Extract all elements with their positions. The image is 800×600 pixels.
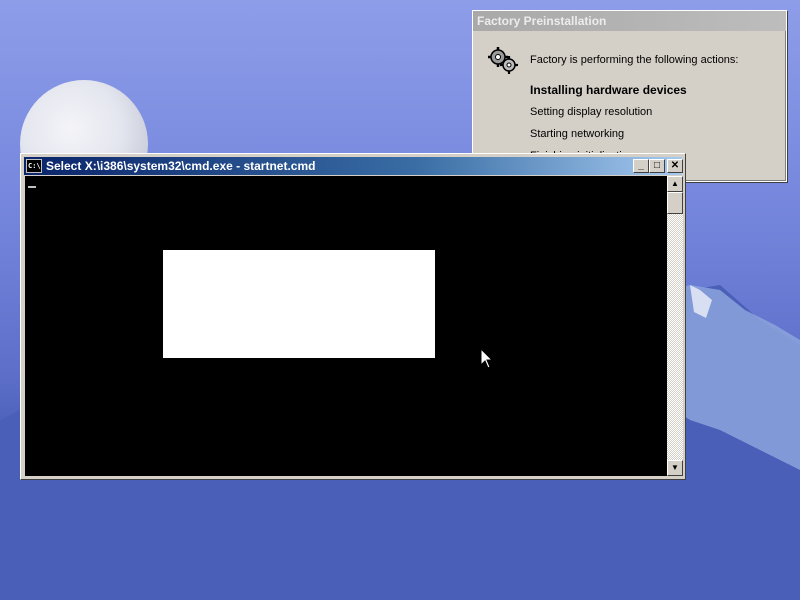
gears-icon (488, 47, 518, 74)
close-button[interactable]: ✕ (667, 159, 683, 173)
step-starting-networking: Starting networking (530, 128, 625, 140)
selection-rectangle[interactable] (163, 250, 435, 358)
console-icon[interactable]: C:\ (26, 159, 42, 173)
cmd-title-text: Select X:\i386\system32\cmd.exe - startn… (46, 159, 316, 173)
console-area[interactable] (25, 176, 667, 476)
text-cursor (28, 186, 36, 188)
vertical-scrollbar[interactable]: ▲ ▼ (667, 176, 683, 476)
factory-dialog-title[interactable]: Factory Preinstallation (473, 11, 786, 31)
maximize-button[interactable]: □ (649, 159, 665, 173)
scroll-up-button[interactable]: ▲ (667, 176, 683, 192)
mouse-pointer-icon (480, 348, 494, 369)
scroll-thumb[interactable] (667, 192, 683, 214)
step-installing-hardware: Installing hardware devices (530, 83, 687, 97)
cmd-title-bar[interactable]: C:\ Select X:\i386\system32\cmd.exe - st… (24, 157, 683, 175)
step-display-resolution: Setting display resolution (530, 106, 653, 118)
minimize-button[interactable]: _ (633, 159, 649, 173)
factory-intro-text: Factory is performing the following acti… (530, 54, 739, 66)
cmd-window[interactable]: C:\ Select X:\i386\system32\cmd.exe - st… (20, 153, 686, 480)
scroll-down-button[interactable]: ▼ (667, 460, 683, 476)
